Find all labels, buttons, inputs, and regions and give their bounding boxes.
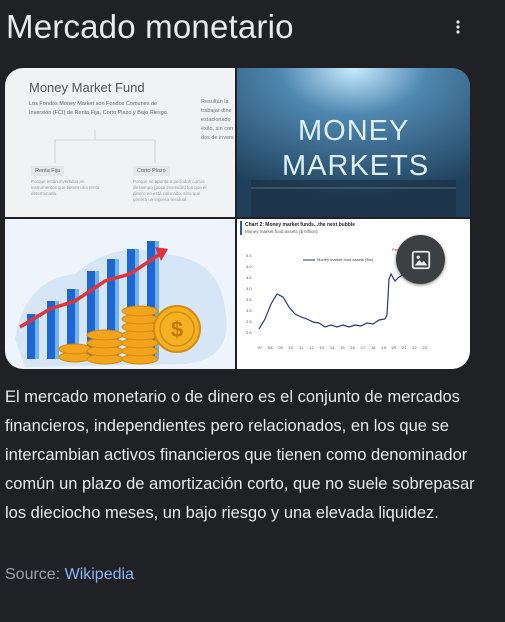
source-line: Source: Wikipedia [5,566,134,584]
source-link-wikipedia[interactable]: Wikipedia [65,566,134,583]
image-icon [411,250,430,269]
node-corto-plazo: Corto Plazo [133,166,170,176]
chart-x-tick: '18 [370,345,376,350]
image-grid: Money Market Fund Los Fondos Money Marke… [5,68,470,369]
node-renta-fija: Renta Fija [31,166,65,176]
more-options-button[interactable] [447,16,469,38]
chart-y-tick: 2.0 [246,330,252,335]
chart-y-tick: 4.0 [246,286,252,291]
chart-x-tick: '09 [277,345,283,350]
more-vert-icon [456,20,460,34]
node-renta-fija-text: Porque están invertidos en instrumentos … [31,179,100,196]
chart-y-tick: 4.5 [246,275,252,280]
sign-word-money: MONEY [298,115,410,147]
chart-x-tick: '16 [349,345,355,350]
chart-x-tick: '23 [421,345,428,350]
chart-x-tick: '08 [267,345,273,350]
chart-y-tick: 2.5 [246,319,252,324]
chart-x-tick: '11 [298,345,304,350]
chart-x-tick: '21 [401,345,407,350]
chart-y-tick: 3.0 [246,308,252,313]
description-text: El mercado monetario o de dinero es el c… [5,388,475,522]
chart-y-tick: 5.5 [246,253,252,258]
chart-x-tick: '20 [390,345,397,350]
node-corto-plazo-text: Porque se apunta a períodos cortos de ti… [133,179,207,202]
chart-y-tick: 3.5 [246,297,252,302]
chart-x-tick: '12 [308,345,314,350]
chart-x-tick: '19 [380,345,386,350]
image-money-markets-sign[interactable]: MONEY MARKETS [237,68,470,217]
image-growth-coins[interactable]: $ [5,219,235,369]
chart-x-tick: '17 [360,345,366,350]
chart-x-tick: '22 [411,345,417,350]
more-images-button[interactable] [396,235,445,284]
chart-x-tick: '15 [339,345,345,350]
chart-x-tick: '13 [318,345,325,350]
image-money-market-fund[interactable]: Money Market Fund Los Fondos Money Marke… [5,68,235,217]
growth-illustration: $ [15,241,227,367]
svg-text:$: $ [171,317,183,342]
page-title: Mercado monetario [6,8,294,45]
chart-y-tick: 5.0 [246,264,252,269]
source-label: Source: [5,566,61,583]
sign-word-markets: MARKETS [282,150,430,182]
chart-x-tick: '14 [329,345,335,350]
chart-x-tick: '07 [257,345,263,350]
chart-x-tick: '10 [287,345,294,350]
